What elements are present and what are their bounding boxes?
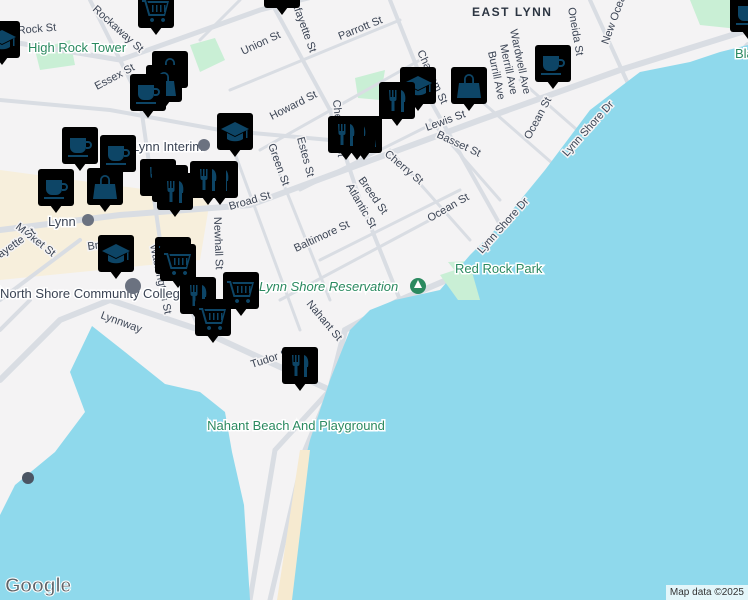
transit-label-lynn[interactable]: Lynn	[47, 213, 78, 231]
school-pin-icon	[125, 278, 141, 294]
transit-label-lynn-interim[interactable]: Lynn Interim	[131, 138, 205, 156]
place-label-nscc[interactable]: North Shore Community College	[0, 285, 189, 303]
place-label-lynn-shore-reservation[interactable]: Lynn Shore Reservation	[258, 278, 400, 296]
street-label: Newhall St	[211, 217, 225, 270]
place-label-blaney-willson[interactable]: Blaney Willson	[734, 45, 748, 63]
park-pin-icon	[410, 278, 426, 294]
neighborhood-label-east-lynn: EAST LYNN	[472, 5, 552, 19]
place-label-high-rock-tower[interactable]: High Rock Tower	[27, 39, 129, 57]
place-label-red-rock-park[interactable]: Red Rock Park	[454, 260, 545, 278]
map-attribution[interactable]: Map data ©2025	[665, 585, 748, 600]
google-logo[interactable]: Google	[5, 575, 72, 598]
place-label-nahant-beach[interactable]: Nahant Beach And Playground	[206, 417, 387, 435]
map-canvas[interactable]: Rockaway St Rock St Union St Parrott St …	[0, 0, 748, 600]
ferry-pin-icon	[22, 472, 34, 484]
